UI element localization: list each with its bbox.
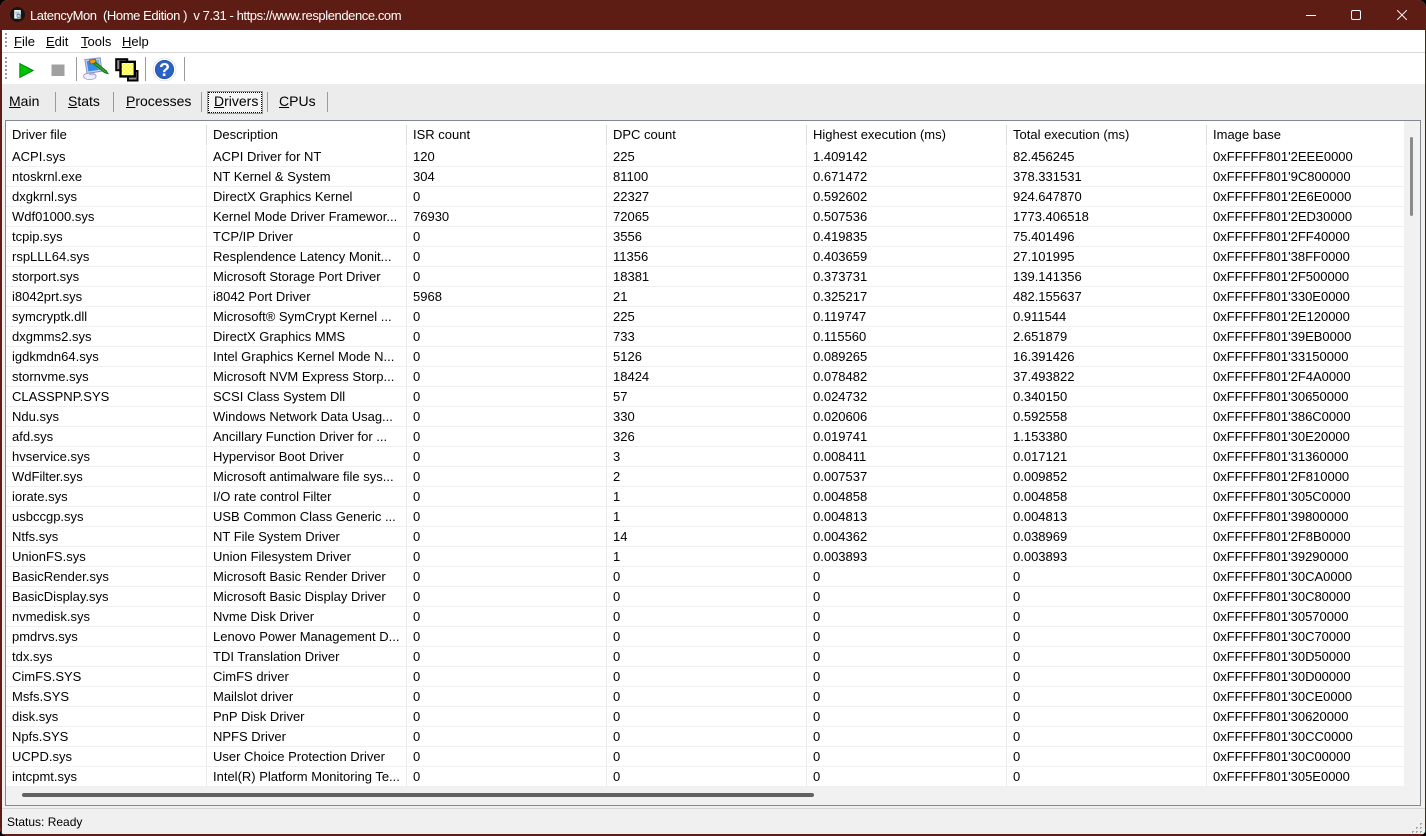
svg-text:?: ? [159,60,170,80]
